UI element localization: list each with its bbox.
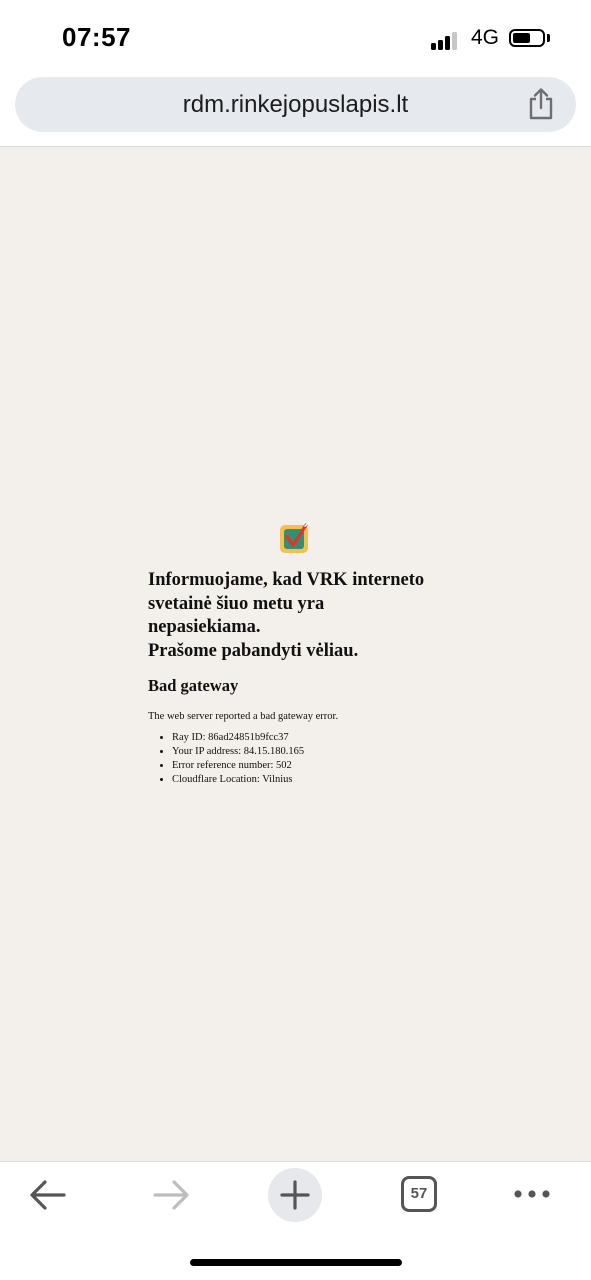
notice-message: Informuojame, kad VRK interneto svetainė… [148, 569, 458, 663]
error-description: The web server reported a bad gateway er… [148, 711, 339, 722]
error-content: Informuojame, kad VRK interneto svetainė… [148, 569, 458, 787]
tab-count: 57 [410, 1185, 428, 1202]
notice-line: svetainė šiuo metu yra [148, 593, 325, 614]
network-type: 4G [471, 26, 500, 49]
back-arrow-icon[interactable] [28, 1178, 68, 1212]
page-content: Informuojame, kad VRK interneto svetainė… [0, 147, 591, 1161]
home-indicator [190, 1259, 402, 1266]
status-bar: 07:57 4G [0, 0, 591, 70]
notice-line: nepasiekiama. [148, 617, 261, 637]
forward-arrow-icon[interactable] [151, 1178, 191, 1212]
notice-line: Informuojame, kad VRK interneto [148, 570, 425, 590]
share-icon[interactable] [525, 87, 557, 121]
new-tab-button[interactable] [268, 1168, 322, 1222]
detail-item: Your IP address: 84.15.180.165 [172, 745, 458, 759]
signal-icon [431, 30, 461, 50]
detail-item: Cloudflare Location: Vilnius [172, 773, 458, 787]
notice-line: Prašome pabandyti vėliau. [148, 640, 359, 661]
error-title: Bad gateway [148, 676, 239, 695]
more-icon[interactable] [512, 1184, 552, 1204]
url-text[interactable]: rdm.rinkejopuslapis.lt [15, 91, 576, 119]
status-time: 07:57 [62, 22, 131, 52]
plus-icon [280, 1180, 310, 1210]
tabs-icon[interactable]: 57 [401, 1176, 437, 1212]
detail-item: Ray ID: 86ad24851b9fcc37 [172, 731, 458, 745]
vrk-logo-icon [280, 522, 310, 553]
error-details-list: Ray ID: 86ad24851b9fcc37 Your IP address… [148, 731, 458, 787]
detail-item: Error reference number: 502 [172, 759, 458, 773]
address-bar[interactable]: rdm.rinkejopuslapis.lt [15, 77, 576, 132]
battery-icon [509, 29, 545, 47]
battery-nub [547, 34, 550, 42]
